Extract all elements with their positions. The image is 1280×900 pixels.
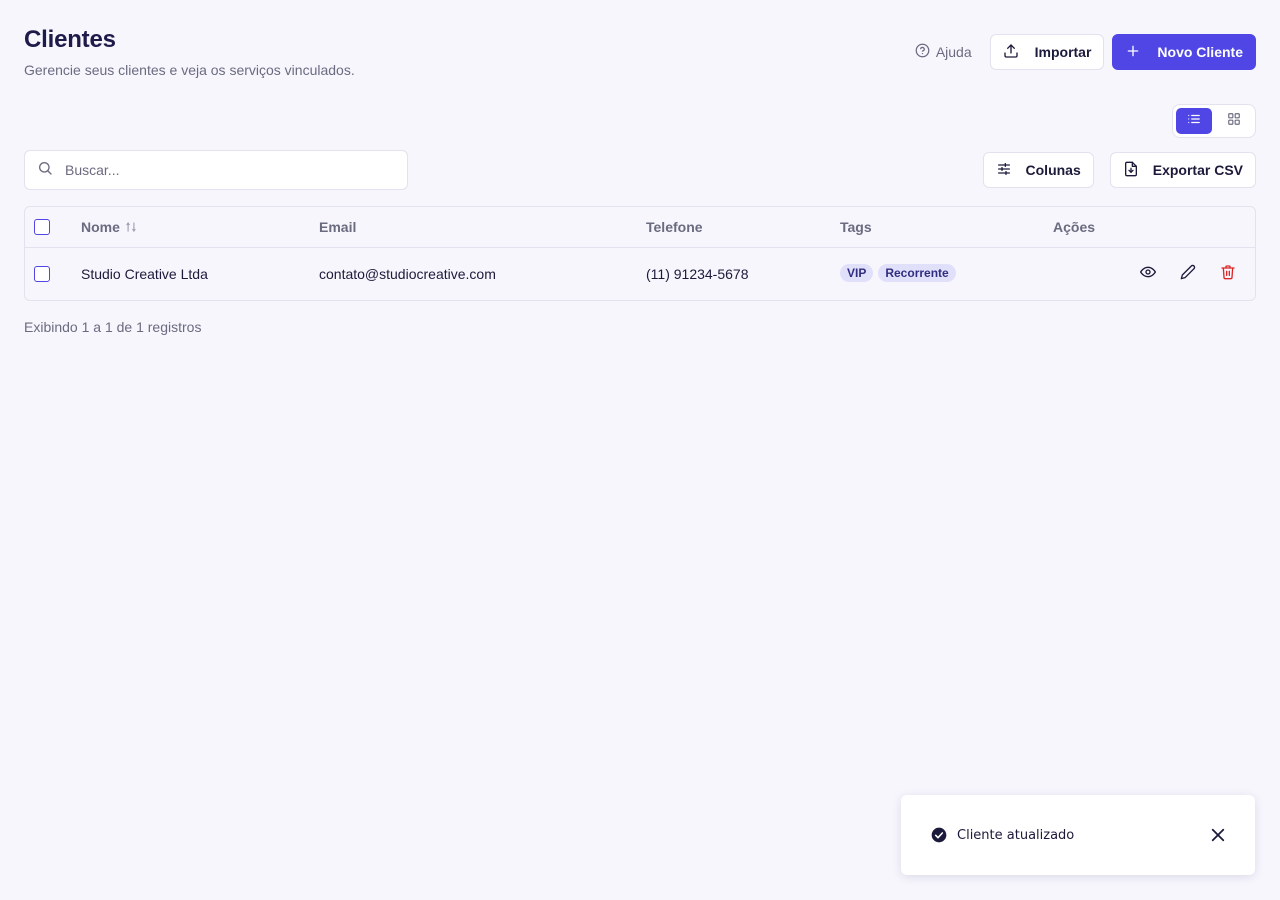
- grid-view-button[interactable]: [1216, 108, 1252, 134]
- close-icon[interactable]: [1209, 826, 1227, 844]
- page-subtitle: Gerencie seus clientes e veja os serviço…: [24, 62, 355, 78]
- clients-table: Nome Email Telefone Tags Ações Studio Cr…: [24, 206, 1256, 301]
- import-button[interactable]: Importar: [989, 34, 1105, 70]
- page-title: Clientes: [24, 26, 116, 53]
- list-icon: [1187, 112, 1201, 131]
- grid-icon: [1227, 112, 1241, 131]
- eye-icon: [1140, 264, 1156, 285]
- view-client-button[interactable]: [1139, 265, 1157, 283]
- column-header-actions: Ações: [1053, 219, 1096, 235]
- table-row: Studio Creative Ltda contato@studiocreat…: [25, 248, 1255, 300]
- edit-client-button[interactable]: [1179, 264, 1197, 285]
- sliders-icon: [996, 161, 1012, 180]
- select-all-checkbox[interactable]: [34, 219, 50, 235]
- new-client-label: Novo Cliente: [1157, 44, 1243, 60]
- upload-icon: [1003, 43, 1019, 62]
- search-input[interactable]: [65, 162, 395, 178]
- import-label: Importar: [1034, 44, 1092, 60]
- tag-badge: Recorrente: [878, 264, 956, 282]
- client-name: Studio Creative Ltda: [81, 266, 208, 282]
- plus-icon: [1125, 43, 1141, 62]
- client-email: contato@studiocreative.com: [319, 266, 496, 282]
- help-link[interactable]: Ajuda: [915, 34, 982, 70]
- column-header-phone: Telefone: [646, 219, 703, 235]
- search-box: [24, 150, 408, 190]
- column-header-tags: Tags: [840, 219, 872, 235]
- table-header: Nome Email Telefone Tags Ações: [25, 207, 1255, 248]
- export-csv-label: Exportar CSV: [1152, 162, 1243, 178]
- header-actions: Ajuda Importar Novo Cliente: [915, 34, 1256, 70]
- toast-notification: Cliente atualizado: [901, 795, 1255, 875]
- new-client-button[interactable]: Novo Cliente: [1112, 34, 1256, 70]
- toast-message: Cliente atualizado: [957, 827, 1075, 843]
- row-checkbox[interactable]: [34, 266, 50, 282]
- column-header-name[interactable]: Nome: [81, 219, 138, 237]
- tag-badge: VIP: [840, 264, 874, 282]
- list-view-button[interactable]: [1176, 108, 1212, 134]
- records-count: Exibindo 1 a 1 de 1 registros: [24, 319, 202, 335]
- column-header-email: Email: [319, 219, 357, 235]
- export-csv-button[interactable]: Exportar CSV: [1109, 152, 1256, 188]
- file-download-icon: [1123, 161, 1139, 180]
- help-circle-icon: [915, 43, 930, 61]
- view-toggle: [1172, 104, 1256, 138]
- client-phone: (11) 91234-5678: [646, 266, 749, 282]
- pencil-icon: [1180, 264, 1196, 285]
- row-actions: [1139, 264, 1237, 285]
- sort-icon: [124, 220, 138, 237]
- table-tools: Colunas Exportar CSV: [982, 152, 1256, 188]
- search-icon: [37, 160, 53, 181]
- columns-label: Colunas: [1025, 162, 1081, 178]
- check-circle-icon: [931, 827, 947, 843]
- client-tags: VIP Recorrente: [840, 264, 961, 282]
- trash-icon: [1220, 264, 1236, 285]
- columns-button[interactable]: Colunas: [982, 152, 1094, 188]
- help-label: Ajuda: [935, 44, 972, 60]
- delete-client-button[interactable]: [1219, 264, 1237, 285]
